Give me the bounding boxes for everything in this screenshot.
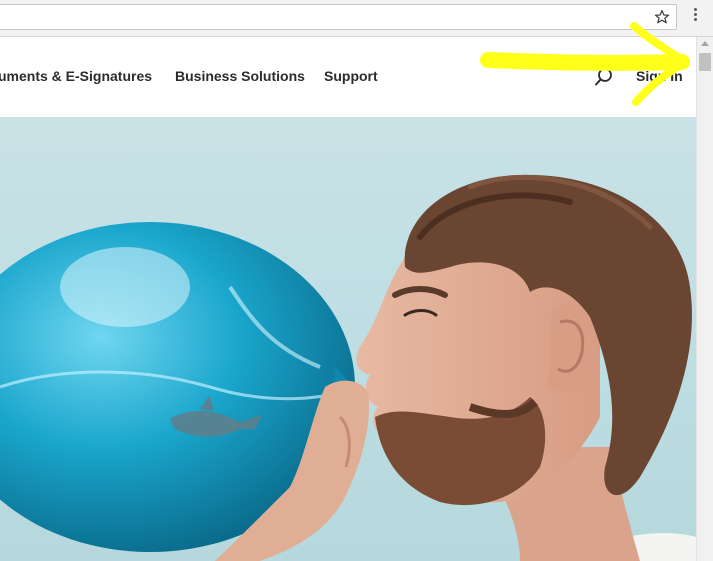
browser-toolbar [0,0,713,37]
scroll-up-arrow-icon[interactable] [701,41,709,46]
site-navigation: uments & E-Signatures Business Solutions… [0,37,696,117]
hero-image [0,117,696,561]
search-icon[interactable] [594,67,614,87]
web-page: uments & E-Signatures Business Solutions… [0,37,696,561]
sign-in-link[interactable]: Sign In [636,68,683,84]
star-icon[interactable] [654,9,670,25]
address-bar[interactable] [0,4,677,30]
nav-item-business-solutions[interactable]: Business Solutions [175,68,305,84]
nav-item-support[interactable]: Support [324,68,378,84]
hero-photo-illustration [0,174,696,561]
nav-item-documents-e-signatures[interactable]: uments & E-Signatures [0,68,152,84]
scrollbar-thumb[interactable] [699,53,711,71]
three-dot-vertical-icon[interactable] [688,8,702,28]
vertical-scrollbar[interactable] [696,37,713,561]
